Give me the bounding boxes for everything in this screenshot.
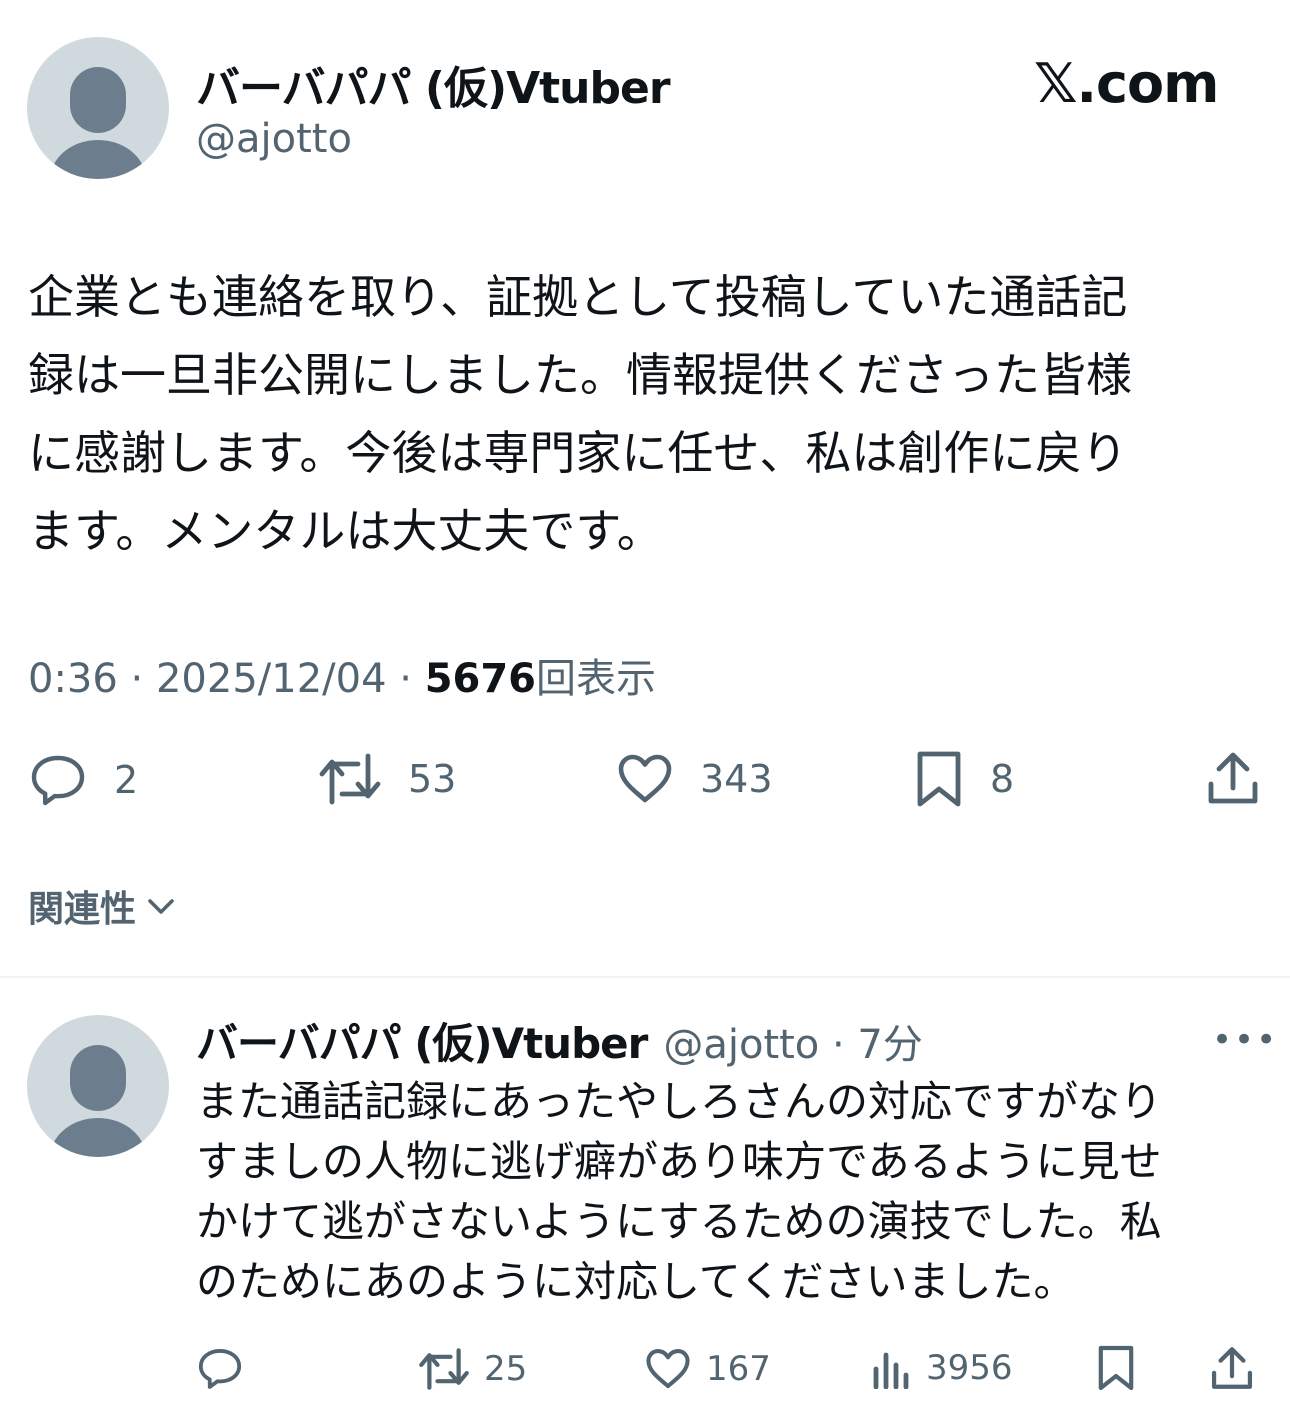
repost-icon bbox=[319, 753, 381, 805]
meta-separator: · bbox=[399, 656, 412, 702]
x-logo: 𝕏.com bbox=[1034, 52, 1219, 115]
reply-icon bbox=[198, 1348, 242, 1389]
reply-header: バーバパパ (仮)Vtuber @ajotto · 7分 bbox=[196, 1010, 923, 1071]
chevron-down-icon bbox=[148, 899, 174, 914]
avatar-body-shape bbox=[50, 140, 146, 179]
reply-text-line: すましの人物に逃げ癖があり味方であるように見せ bbox=[196, 1137, 1162, 1186]
reply-text-line: かけて逃がさないようにするための演技でした。私 bbox=[196, 1197, 1162, 1246]
post-text-line: 企業とも連絡を取り、証拠として投稿していた通話記 bbox=[28, 270, 1128, 324]
repost-icon bbox=[419, 1348, 469, 1390]
reply-like-button[interactable]: 167 bbox=[644, 1347, 771, 1391]
reply-text: また通話記録にあったやしろさんの対応ですがなり すましの人物に逃げ癖があり味方で… bbox=[196, 1072, 1256, 1312]
reply-views-button[interactable]: 3956 bbox=[872, 1347, 1013, 1389]
divider bbox=[0, 976, 1290, 978]
share-icon bbox=[1208, 752, 1258, 804]
post-time[interactable]: 0:36 bbox=[28, 656, 118, 702]
post-text-line: に感謝します。今後は専門家に任せ、私は創作に戻り bbox=[28, 426, 1128, 480]
share-icon bbox=[1211, 1347, 1253, 1389]
reply-repost-count: 25 bbox=[484, 1349, 528, 1389]
bookmark-count: 8 bbox=[990, 757, 1015, 801]
reply-like-count: 167 bbox=[706, 1349, 771, 1389]
reply-bookmark-button[interactable] bbox=[1096, 1344, 1136, 1392]
avatar-head-shape bbox=[70, 67, 126, 133]
reply-button[interactable]: 2 bbox=[28, 752, 138, 808]
repost-count: 53 bbox=[408, 757, 457, 801]
reply-share-button[interactable] bbox=[1210, 1345, 1254, 1391]
views-count: 5676 bbox=[424, 656, 537, 702]
bookmark-button[interactable]: 8 bbox=[914, 750, 1014, 808]
avatar[interactable] bbox=[27, 37, 169, 179]
reply-text-line: のためにあのように対応してくださいました。 bbox=[196, 1257, 1076, 1306]
like-count: 343 bbox=[700, 757, 773, 801]
share-button[interactable] bbox=[1206, 750, 1260, 806]
related-sort-dropdown[interactable]: 関連性 bbox=[28, 880, 178, 932]
reply-reply-button[interactable] bbox=[196, 1346, 258, 1391]
meta-separator: · bbox=[130, 656, 144, 702]
analytics-icon bbox=[873, 1352, 909, 1389]
post-text-line: ます。メンタルは大丈夫です。 bbox=[28, 504, 663, 558]
reply-views-count: 3956 bbox=[926, 1348, 1013, 1388]
post-text-line: 録は一旦非公開にしました。情報提供くださった皆様 bbox=[28, 348, 1132, 402]
like-button[interactable]: 343 bbox=[616, 752, 773, 806]
reply-display-name[interactable]: バーバパパ (仮)Vtuber bbox=[196, 1010, 648, 1071]
related-label: 関連性 bbox=[28, 889, 137, 930]
repost-button[interactable]: 53 bbox=[318, 752, 456, 806]
reply-repost-button[interactable]: 25 bbox=[418, 1347, 527, 1391]
reply-avatar[interactable] bbox=[27, 1015, 169, 1157]
views-label: 回表示 bbox=[536, 656, 657, 702]
bookmark-icon bbox=[1098, 1345, 1134, 1391]
avatar-body-shape bbox=[50, 1118, 146, 1157]
post-meta: 0:36 · 2025/12/04 · 5676回表示 bbox=[28, 646, 656, 704]
post-text: 企業とも連絡を取り、証拠として投稿していた通話記 録は一旦非公開にしました。情報… bbox=[28, 258, 1268, 570]
user-handle[interactable]: @ajotto bbox=[196, 116, 352, 162]
post-date[interactable]: 2025/12/04 bbox=[156, 656, 387, 702]
more-options-icon[interactable]: ••• bbox=[1212, 1020, 1278, 1060]
reply-handle-time[interactable]: @ajotto · 7分 bbox=[663, 1012, 923, 1070]
reply-count: 2 bbox=[114, 758, 139, 802]
display-name[interactable]: バーバパパ (仮)Vtuber bbox=[196, 52, 671, 116]
heart-icon bbox=[618, 754, 672, 803]
avatar-head-shape bbox=[70, 1045, 126, 1111]
heart-icon bbox=[646, 1349, 690, 1389]
reply-text-line: また通話記録にあったやしろさんの対応ですがなり bbox=[196, 1077, 1163, 1126]
reply-icon bbox=[31, 755, 85, 806]
bookmark-icon bbox=[917, 751, 961, 807]
